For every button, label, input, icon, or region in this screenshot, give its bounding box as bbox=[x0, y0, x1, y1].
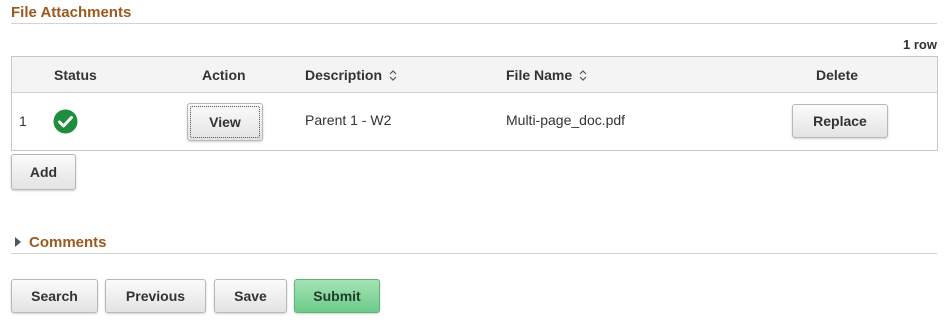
comments-title[interactable]: Comments bbox=[29, 234, 107, 251]
row-count: 1 row bbox=[903, 37, 937, 52]
column-header-file-name-label: File Name bbox=[506, 67, 573, 83]
save-button[interactable]: Save bbox=[214, 279, 287, 313]
section-divider bbox=[11, 253, 937, 254]
attachments-grid: Status Action Description File Name Dele… bbox=[11, 56, 938, 151]
expand-caret-icon[interactable] bbox=[15, 237, 21, 247]
column-header-delete: Delete bbox=[816, 67, 859, 83]
replace-button[interactable]: Replace bbox=[792, 104, 888, 138]
column-header-description[interactable]: Description bbox=[305, 67, 397, 83]
description-value: Parent 1 - W2 bbox=[305, 112, 392, 128]
sort-icon bbox=[579, 70, 587, 81]
column-header-description-label: Description bbox=[305, 67, 383, 83]
column-header-action: Action bbox=[202, 67, 246, 83]
column-header-status: Status bbox=[54, 67, 97, 83]
file-attachments-title: File Attachments bbox=[11, 4, 132, 21]
check-circle-icon bbox=[53, 109, 78, 134]
view-button[interactable]: View bbox=[187, 103, 263, 141]
previous-button[interactable]: Previous bbox=[105, 279, 206, 313]
add-button[interactable]: Add bbox=[11, 154, 76, 190]
file-name-value: Multi-page_doc.pdf bbox=[506, 112, 626, 128]
grid-header: Status Action Description File Name Dele… bbox=[12, 57, 937, 93]
column-header-file-name[interactable]: File Name bbox=[506, 67, 587, 83]
sort-icon bbox=[389, 70, 397, 81]
search-button[interactable]: Search bbox=[11, 279, 98, 313]
section-divider bbox=[11, 23, 937, 24]
row-number: 1 bbox=[19, 113, 27, 129]
submit-button[interactable]: Submit bbox=[294, 279, 380, 313]
